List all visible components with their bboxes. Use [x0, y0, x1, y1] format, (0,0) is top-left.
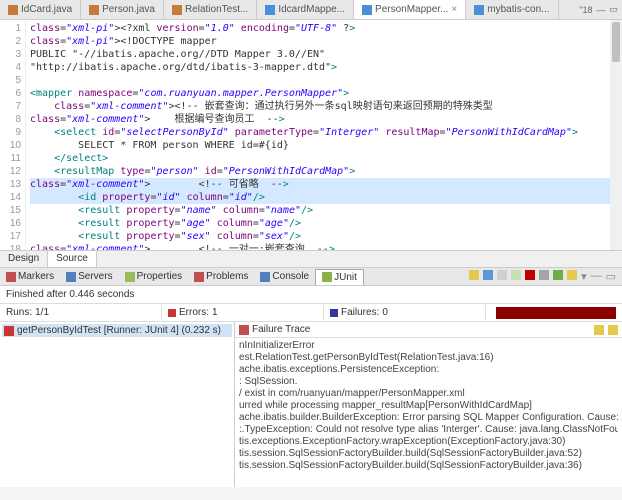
- trace-line[interactable]: ache.ibatis.exceptions.PersistenceExcept…: [239, 364, 618, 376]
- progress-bar: [486, 305, 622, 321]
- design-tab[interactable]: Design: [0, 251, 48, 267]
- servers-icon: [66, 272, 76, 282]
- xml-icon: [265, 5, 275, 15]
- toolbar-icon[interactable]: [511, 270, 521, 280]
- tab-person-java[interactable]: Person.java: [81, 0, 164, 19]
- toolbar-icon[interactable]: [469, 270, 479, 280]
- toolbar-icon[interactable]: [483, 270, 493, 280]
- junit-panel: Finished after 0.446 seconds Runs: 1/1 E…: [0, 286, 622, 487]
- properties-icon: [125, 272, 135, 282]
- console-tab[interactable]: Console: [254, 269, 315, 284]
- test-tree[interactable]: getPersonByIdTest [Runner: JUnit 4] (0.2…: [0, 322, 235, 487]
- view-menu-icon[interactable]: ▾: [581, 270, 587, 283]
- trace-line[interactable]: tis.exceptions.ExceptionFactory.wrapExce…: [239, 436, 618, 448]
- progress-bar-fill: [496, 307, 616, 319]
- junit-status: Finished after 0.446 seconds: [0, 286, 622, 304]
- compare-icon[interactable]: [594, 325, 604, 335]
- junit-stats: Runs: 1/1 Errors: 1 Failures: 0: [0, 304, 622, 322]
- servers-tab[interactable]: Servers: [60, 269, 118, 284]
- markers-tab[interactable]: Markers: [0, 269, 60, 284]
- junit-icon: [322, 272, 332, 282]
- errors-stat: Errors: 1: [162, 305, 324, 320]
- java-icon: [8, 5, 18, 15]
- failure-icon: [330, 309, 338, 317]
- trace-line[interactable]: ache.ibatis.builder.BuilderException: Er…: [239, 412, 618, 424]
- trace-line[interactable]: nInInitializerError: [239, 340, 618, 352]
- xml-icon: [362, 5, 372, 15]
- toolbar-icon[interactable]: [553, 270, 563, 280]
- toolbar-icon[interactable]: [525, 270, 535, 280]
- toolbar-icon[interactable]: [539, 270, 549, 280]
- markers-icon: [6, 272, 16, 282]
- trace-line[interactable]: :.TypeException: Could not resolve type …: [239, 424, 618, 436]
- trace-line[interactable]: urred while processing mapper_resultMap[…: [239, 400, 618, 412]
- java-icon: [89, 5, 99, 15]
- close-icon[interactable]: ×: [451, 4, 457, 15]
- trace-line[interactable]: est.RelationTest.getPersonByIdTest(Relat…: [239, 352, 618, 364]
- bottom-view-tabs: Markers Servers Properties Problems Cons…: [0, 268, 622, 286]
- junit-body: getPersonByIdTest [Runner: JUnit 4] (0.2…: [0, 322, 622, 487]
- xml-icon: [474, 5, 484, 15]
- tab-idcard-java[interactable]: IdCard.java: [0, 0, 81, 19]
- editor-tab-bar: IdCard.java Person.java RelationTest... …: [0, 0, 622, 20]
- java-icon: [172, 5, 182, 15]
- tab-idcardmapper[interactable]: IdcardMappe...: [257, 0, 354, 19]
- maximize-icon[interactable]: ▭: [609, 4, 618, 15]
- tab-mybatis-con[interactable]: mybatis-con...: [466, 0, 558, 19]
- toolbar-icon[interactable]: [497, 270, 507, 280]
- editor[interactable]: 123456789101112131415161718192021 class=…: [0, 20, 622, 250]
- error-icon: [168, 309, 176, 317]
- failure-trace-header: Failure Trace: [235, 322, 622, 338]
- filter-icon[interactable]: [608, 325, 618, 335]
- failure-trace-panel: Failure Trace nInInitializerErrorest.Rel…: [235, 322, 622, 487]
- minimize-icon[interactable]: —: [596, 5, 605, 15]
- scrollbar-thumb[interactable]: [612, 22, 620, 62]
- editor-mode-selector: Design Source: [0, 250, 622, 268]
- trace-line[interactable]: tis.session.SqlSessionFactoryBuilder.bui…: [239, 460, 618, 472]
- tab-personmapper[interactable]: PersonMapper... ×: [354, 0, 466, 19]
- test-error-icon: [4, 326, 14, 336]
- console-icon: [260, 272, 270, 282]
- failure-trace-body[interactable]: nInInitializerErrorest.RelationTest.getP…: [235, 338, 622, 487]
- problems-icon: [194, 272, 204, 282]
- properties-tab[interactable]: Properties: [119, 269, 189, 284]
- toolbar-icon[interactable]: [567, 270, 577, 280]
- runs-stat: Runs: 1/1: [0, 305, 162, 320]
- trace-line[interactable]: : SqlSession.: [239, 376, 618, 388]
- minimize-view-icon[interactable]: —: [591, 270, 602, 283]
- failure-trace-icon: [239, 325, 249, 335]
- view-toolbar: ▾ — ▭: [469, 270, 622, 283]
- vertical-scrollbar[interactable]: [610, 20, 622, 250]
- line-gutter: 123456789101112131415161718192021: [0, 20, 26, 250]
- junit-tab[interactable]: JUnit: [315, 269, 364, 285]
- source-tab[interactable]: Source: [48, 251, 97, 267]
- trace-line[interactable]: tis.session.SqlSessionFactoryBuilder.bui…: [239, 448, 618, 460]
- test-item[interactable]: getPersonByIdTest [Runner: JUnit 4] (0.2…: [2, 324, 232, 337]
- trace-line[interactable]: / exist in com/ruanyuan/mapper/PersonMap…: [239, 388, 618, 400]
- editor-window-controls: "18 — ▭: [579, 0, 622, 19]
- code-area[interactable]: class="xml-pi"><?xml version="1.0" encod…: [26, 20, 622, 250]
- tab-relationtest[interactable]: RelationTest...: [164, 0, 257, 19]
- failures-stat: Failures: 0: [324, 305, 486, 320]
- maximize-view-icon[interactable]: ▭: [606, 270, 616, 283]
- problems-tab[interactable]: Problems: [188, 269, 254, 284]
